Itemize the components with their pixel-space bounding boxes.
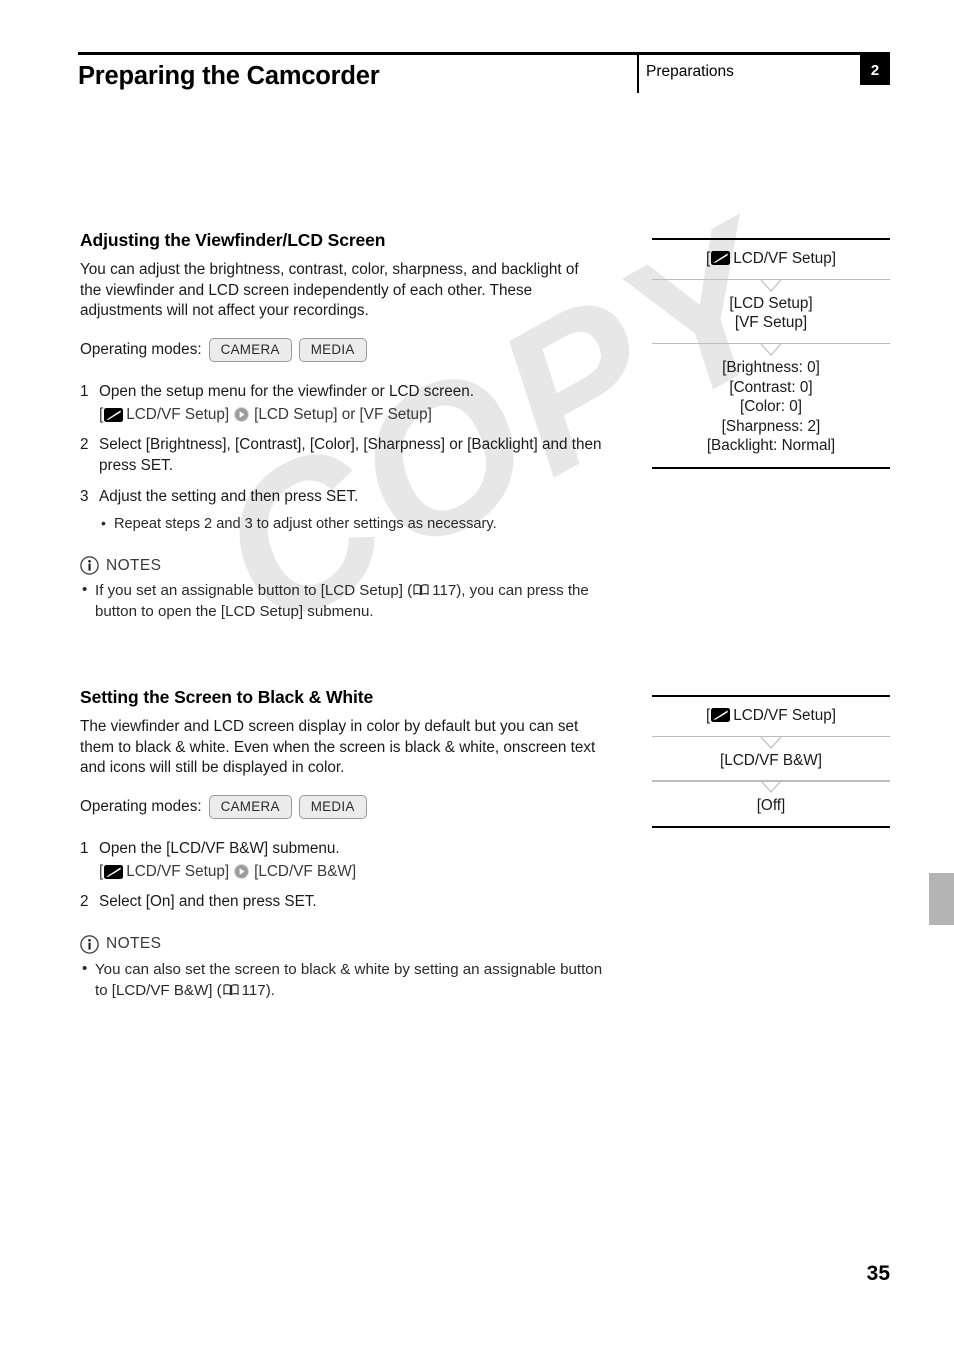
page-title: Preparing the Camcorder (78, 62, 380, 90)
menu-path-diagram-2: [LCD/VF Setup] [LCD/VF B&W] [Off] (652, 695, 890, 829)
section-intro: The viewfinder and LCD screen display in… (80, 718, 596, 777)
note-text-pre: If you set an assignable button to [LCD … (95, 582, 413, 600)
note-item: You can also set the screen to black & w… (80, 959, 604, 1001)
section-title: Adjusting the Viewfinder/LCD Screen (80, 230, 386, 250)
chapter-number-badge: 2 (860, 55, 890, 85)
page-edge-tab-marker (929, 873, 954, 925)
notes-list: You can also set the screen to black & w… (80, 959, 604, 1001)
step-number: 1 (80, 839, 89, 857)
chevron-down-icon (759, 780, 783, 794)
step-text: Select [On] and then press SET. (99, 893, 317, 911)
notes-header: NOTES (80, 556, 604, 575)
lcd-vf-icon (104, 864, 124, 879)
section-title: Setting the Screen to Black & White (80, 687, 374, 707)
mode-chip-camera[interactable]: CAMERA (208, 794, 292, 819)
notes-list: If you set an assignable button to [LCD … (80, 580, 604, 622)
menu-path: [ LCD/VF Setup] [LCD Setup] or [VF Setup… (99, 404, 604, 425)
lcd-vf-icon (711, 251, 731, 266)
menu-root-label: LCD/VF Setup] (126, 863, 230, 881)
menu-separator (652, 342, 890, 356)
menu-path-diagram-1: [LCD/VF Setup] [LCD Setup] [VF Setup] [B… (652, 238, 890, 469)
menu-root-label: LCD/VF Setup] (126, 406, 230, 424)
menu-root-label: LCD/VF Setup] (733, 707, 837, 725)
menu-target-label: [LCD/VF B&W] (254, 863, 357, 881)
menu-separator (652, 780, 890, 794)
arrow-right-circle-icon (234, 864, 250, 880)
mode-chip-media[interactable]: MEDIA (298, 337, 367, 362)
step-number: 2 (80, 893, 89, 911)
info-circle-icon (80, 556, 99, 575)
step-text: Adjust the setting and then press SET. (99, 487, 359, 505)
step-item: 1 Open the setup menu for the viewfinder… (80, 382, 604, 426)
step-item: 2 Select [On] and then press SET. (80, 892, 604, 913)
bracket-open: [ (705, 707, 711, 725)
step-item: 3 Adjust the setting and then press SET.… (80, 487, 604, 535)
note-page-ref: 117 (241, 981, 266, 999)
note-page-ref: 117 (432, 582, 457, 600)
step-text: Open the [LCD/VF B&W] submenu. (99, 839, 340, 857)
menu-separator (652, 278, 890, 292)
mode-chip-camera[interactable]: CAMERA (208, 337, 292, 362)
header-rule (78, 52, 890, 55)
step-text: Select [Brightness], [Contrast], [Color]… (99, 436, 602, 474)
notes-label: NOTES (106, 935, 162, 953)
notes-label: NOTES (106, 556, 162, 574)
note-text-post: ). (265, 981, 275, 999)
step-number: 1 (80, 382, 89, 400)
step-item: 1 Open the [LCD/VF B&W] submenu. [ LCD/V… (80, 839, 604, 883)
operating-modes-label: Operating modes: (80, 797, 202, 815)
menu-root-label: LCD/VF Setup] (733, 250, 837, 268)
menu-root-row: [ LCD/VF Setup] (652, 697, 890, 736)
book-page-reference-icon (413, 582, 429, 596)
note-item: If you set an assignable button to [LCD … (80, 580, 604, 622)
lcd-vf-icon (104, 407, 124, 422)
chevron-down-icon (759, 279, 783, 292)
page-number: 35 (866, 1262, 890, 1285)
bracket-open: [ (99, 406, 104, 424)
step-number: 3 (80, 487, 89, 505)
chevron-down-icon (759, 343, 783, 356)
operating-modes-label: Operating modes: (80, 340, 202, 358)
document-page: Preparing the Camcorder Preparations 2 A… (0, 0, 954, 1348)
section-screen-black-and-white: Setting the Screen to Black & White The … (80, 687, 604, 1001)
header-divider (637, 55, 639, 93)
chevron-down-icon (759, 736, 783, 749)
step-number: 2 (80, 436, 89, 454)
info-circle-icon (80, 935, 99, 954)
menu-box-bottom-rule (652, 466, 890, 469)
step-item: 2 Select [Brightness], [Contrast], [Colo… (80, 435, 604, 476)
mode-chip-media[interactable]: MEDIA (298, 794, 367, 819)
menu-path: [ LCD/VF Setup] [LCD/VF B&W] (99, 861, 604, 882)
book-page-reference-icon (223, 982, 239, 995)
operating-modes: Operating modes: CAMERA MEDIA (80, 794, 604, 819)
menu-level-row: [Brightness: 0] [Contrast: 0] [Color: 0]… (706, 359, 836, 455)
section-intro: You can adjust the brightness, contrast,… (80, 261, 579, 320)
step-list: 1 Open the [LCD/VF B&W] submenu. [ LCD/V… (80, 839, 604, 913)
step-text: Open the setup menu for the viewfinder o… (99, 382, 474, 400)
menu-root-row: [ LCD/VF Setup] (652, 240, 890, 279)
operating-modes: Operating modes: CAMERA MEDIA (80, 337, 604, 362)
bracket-open: [ (99, 863, 104, 881)
lcd-vf-icon (711, 708, 731, 723)
section-adjusting-viewfinder-lcd: Adjusting the Viewfinder/LCD Screen You … (80, 230, 604, 622)
bracket-open: [ (705, 250, 711, 268)
menu-target-label: [LCD Setup] or [VF Setup] (254, 406, 432, 424)
menu-separator (652, 735, 890, 749)
header-section-label: Preparations (646, 63, 734, 80)
substep-list: Repeat steps 2 and 3 to adjust other set… (99, 513, 604, 534)
substep-item: Repeat steps 2 and 3 to adjust other set… (99, 513, 604, 534)
menu-box-bottom-rule (652, 826, 890, 829)
note-text-pre: You can also set the screen to black & w… (95, 960, 603, 999)
step-list: 1 Open the setup menu for the viewfinder… (80, 382, 604, 534)
arrow-right-circle-icon (234, 407, 250, 423)
notes-header: NOTES (80, 935, 604, 954)
